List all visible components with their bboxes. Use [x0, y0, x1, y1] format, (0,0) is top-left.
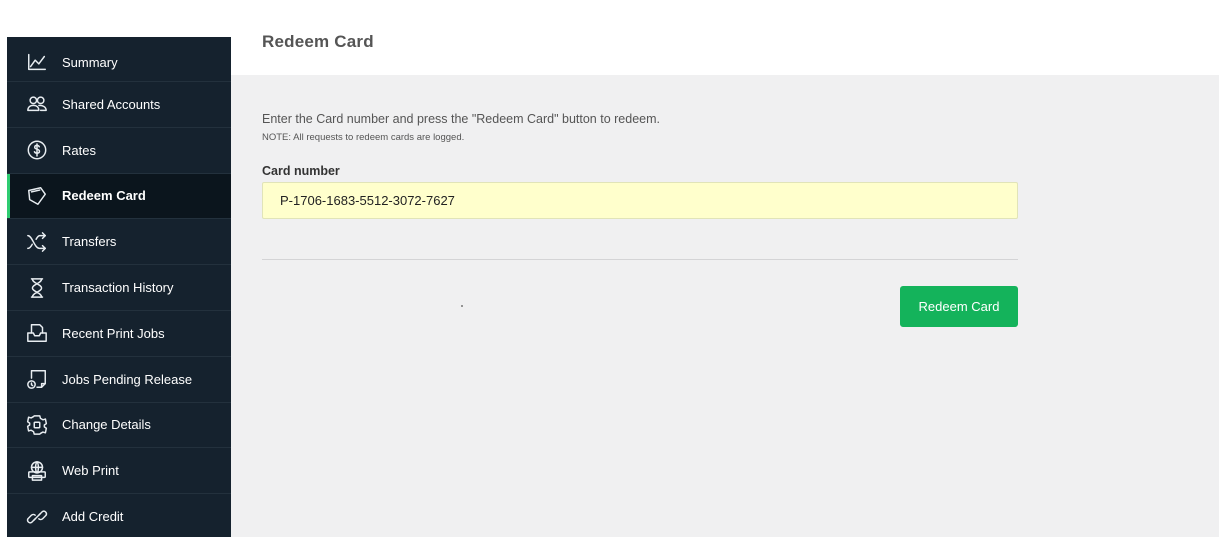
printer-tray-icon — [26, 322, 48, 344]
card-number-label: Card number — [262, 164, 340, 178]
sidebar-item-label: Shared Accounts — [62, 96, 161, 112]
dollar-icon — [26, 139, 48, 161]
sidebar-item-add-credit[interactable]: Add Credit — [7, 494, 231, 537]
hourglass-icon — [26, 277, 48, 299]
pending-print-icon — [26, 368, 48, 390]
chart-icon — [26, 51, 48, 73]
shuffle-icon — [26, 231, 48, 253]
sidebar-item-label: Jobs Pending Release — [62, 371, 193, 387]
note-text: NOTE: All requests to redeem cards are l… — [262, 132, 465, 143]
sidebar-item-label: Recent Print Jobs — [62, 325, 165, 341]
sidebar-item-rates[interactable]: Rates — [7, 128, 231, 174]
sidebar-item-transaction-history[interactable]: Transaction History — [7, 265, 231, 311]
sidebar-item-label: Redeem Card — [62, 188, 146, 204]
sidebar-item-label: Add Credit — [62, 509, 124, 525]
sidebar-item-summary[interactable]: Summary — [7, 37, 231, 82]
sidebar-item-label: Web Print — [62, 463, 119, 479]
link-icon — [26, 506, 48, 528]
sidebar: Summary Shared Accounts Rates Redeem Car… — [7, 37, 231, 537]
sidebar-item-transfers[interactable]: Transfers — [7, 219, 231, 266]
sidebar-item-label: Rates — [62, 142, 96, 158]
users-icon — [26, 93, 48, 115]
settings-icon — [26, 414, 48, 436]
redeem-card-button[interactable]: Redeem Card — [900, 286, 1018, 327]
instructions-text: Enter the Card number and press the "Red… — [262, 112, 660, 126]
web-print-icon — [26, 460, 48, 482]
decorative-dot — [461, 305, 463, 307]
divider — [262, 259, 1018, 260]
sidebar-item-redeem-card[interactable]: Redeem Card — [7, 173, 231, 220]
sidebar-item-recent-print-jobs[interactable]: Recent Print Jobs — [7, 311, 231, 357]
page-title: Redeem Card — [262, 32, 374, 51]
sidebar-item-label: Summary — [62, 54, 118, 70]
sidebar-item-change-details[interactable]: Change Details — [7, 403, 231, 449]
sidebar-item-label: Transaction History — [62, 280, 174, 296]
card-number-input[interactable] — [262, 182, 1018, 219]
sidebar-item-web-print[interactable]: Web Print — [7, 448, 231, 495]
page-header: Redeem Card — [231, 0, 1219, 75]
card-icon — [26, 185, 48, 207]
redeem-card-form: Enter the Card number and press the "Red… — [231, 75, 1219, 537]
sidebar-item-label: Change Details — [62, 417, 151, 433]
sidebar-item-jobs-pending-release[interactable]: Jobs Pending Release — [7, 357, 231, 403]
sidebar-item-shared-accounts[interactable]: Shared Accounts — [7, 82, 231, 128]
sidebar-item-label: Transfers — [62, 234, 117, 250]
